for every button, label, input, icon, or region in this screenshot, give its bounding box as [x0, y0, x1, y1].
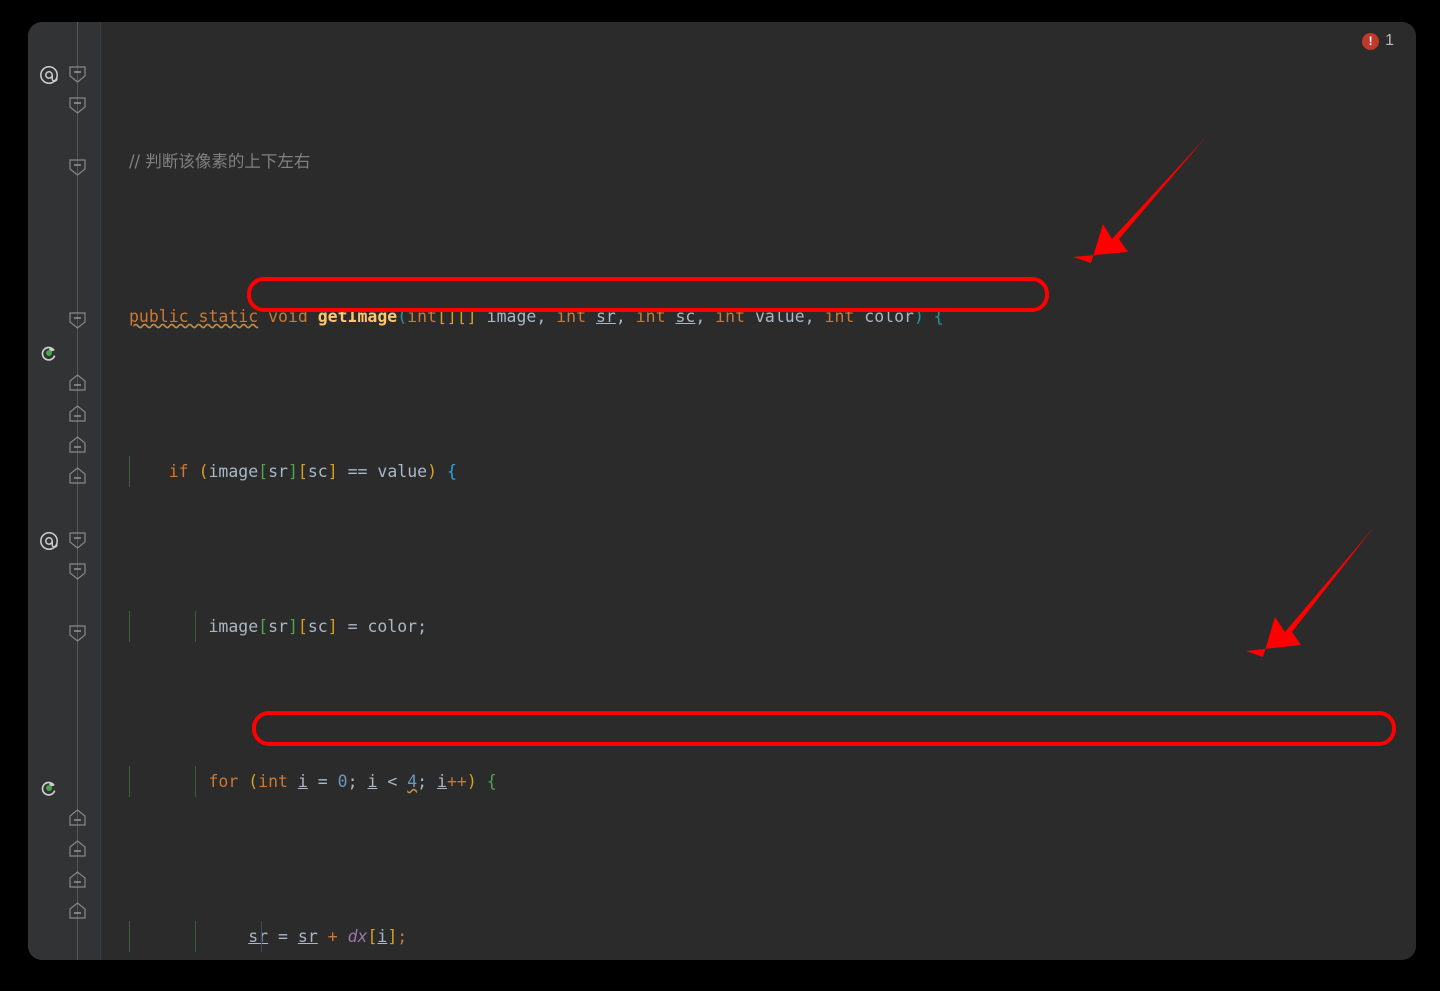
fold-marker-expand[interactable] [68, 840, 87, 857]
fold-marker-expand[interactable] [68, 405, 87, 422]
code-content[interactable]: // 判断该像素的上下左右 public static void getImag… [101, 22, 1416, 960]
fold-marker-collapse[interactable] [68, 563, 87, 580]
override-method-icon[interactable] [38, 530, 60, 552]
fold-minus-down-icon [68, 66, 87, 83]
fold-minus-up-icon [68, 840, 87, 857]
code-editor-window[interactable]: ! 1 // 判断该像素的上下左右 public static void get… [28, 22, 1416, 960]
fold-minus-down-icon [68, 312, 87, 329]
editor-gutter[interactable] [28, 22, 100, 960]
fold-minus-up-icon [68, 436, 87, 453]
fold-marker-collapse[interactable] [68, 625, 87, 642]
fold-minus-up-icon [68, 902, 87, 919]
code-line[interactable]: for (int i = 0; i < 4; i++) { [101, 766, 1416, 797]
fold-minus-up-icon [68, 374, 87, 391]
fold-minus-down-icon [68, 532, 87, 549]
fold-marker-expand[interactable] [68, 436, 87, 453]
fold-minus-down-icon [68, 159, 87, 176]
code-line[interactable]: image[sr][sc] = color; [101, 611, 1416, 642]
screenshot-root: ! 1 // 判断该像素的上下左右 public static void get… [0, 0, 1440, 991]
fold-marker-collapse[interactable] [68, 66, 87, 83]
fold-marker-collapse[interactable] [68, 312, 87, 329]
fold-marker-expand[interactable] [68, 809, 87, 826]
fold-minus-up-icon [68, 467, 87, 484]
code-line[interactable]: public static void getImage(int[][] imag… [101, 301, 1416, 332]
fold-minus-down-icon [68, 563, 87, 580]
recursive-call-icon[interactable] [38, 777, 60, 799]
fold-marker-expand[interactable] [68, 902, 87, 919]
code-line[interactable]: if (image[sr][sc] == value) { [101, 456, 1416, 487]
fold-minus-down-icon [68, 97, 87, 114]
override-method-icon[interactable] [38, 64, 60, 86]
fold-marker-expand[interactable] [68, 871, 87, 888]
fold-marker-expand[interactable] [68, 467, 87, 484]
fold-minus-up-icon [68, 871, 87, 888]
fold-marker-collapse[interactable] [68, 532, 87, 549]
fold-minus-up-icon [68, 405, 87, 422]
fold-marker-collapse[interactable] [68, 97, 87, 114]
code-line[interactable]: // 判断该像素的上下左右 [101, 146, 1416, 177]
fold-minus-down-icon [68, 625, 87, 642]
code-comment: // 判断该像素的上下左右 [129, 152, 311, 171]
fold-marker-expand[interactable] [68, 374, 87, 391]
recursive-call-icon[interactable] [38, 342, 60, 364]
fold-minus-up-icon [68, 809, 87, 826]
fold-marker-collapse[interactable] [68, 159, 87, 176]
code-line[interactable]: sr = sr + dx[i]; [101, 921, 1416, 952]
